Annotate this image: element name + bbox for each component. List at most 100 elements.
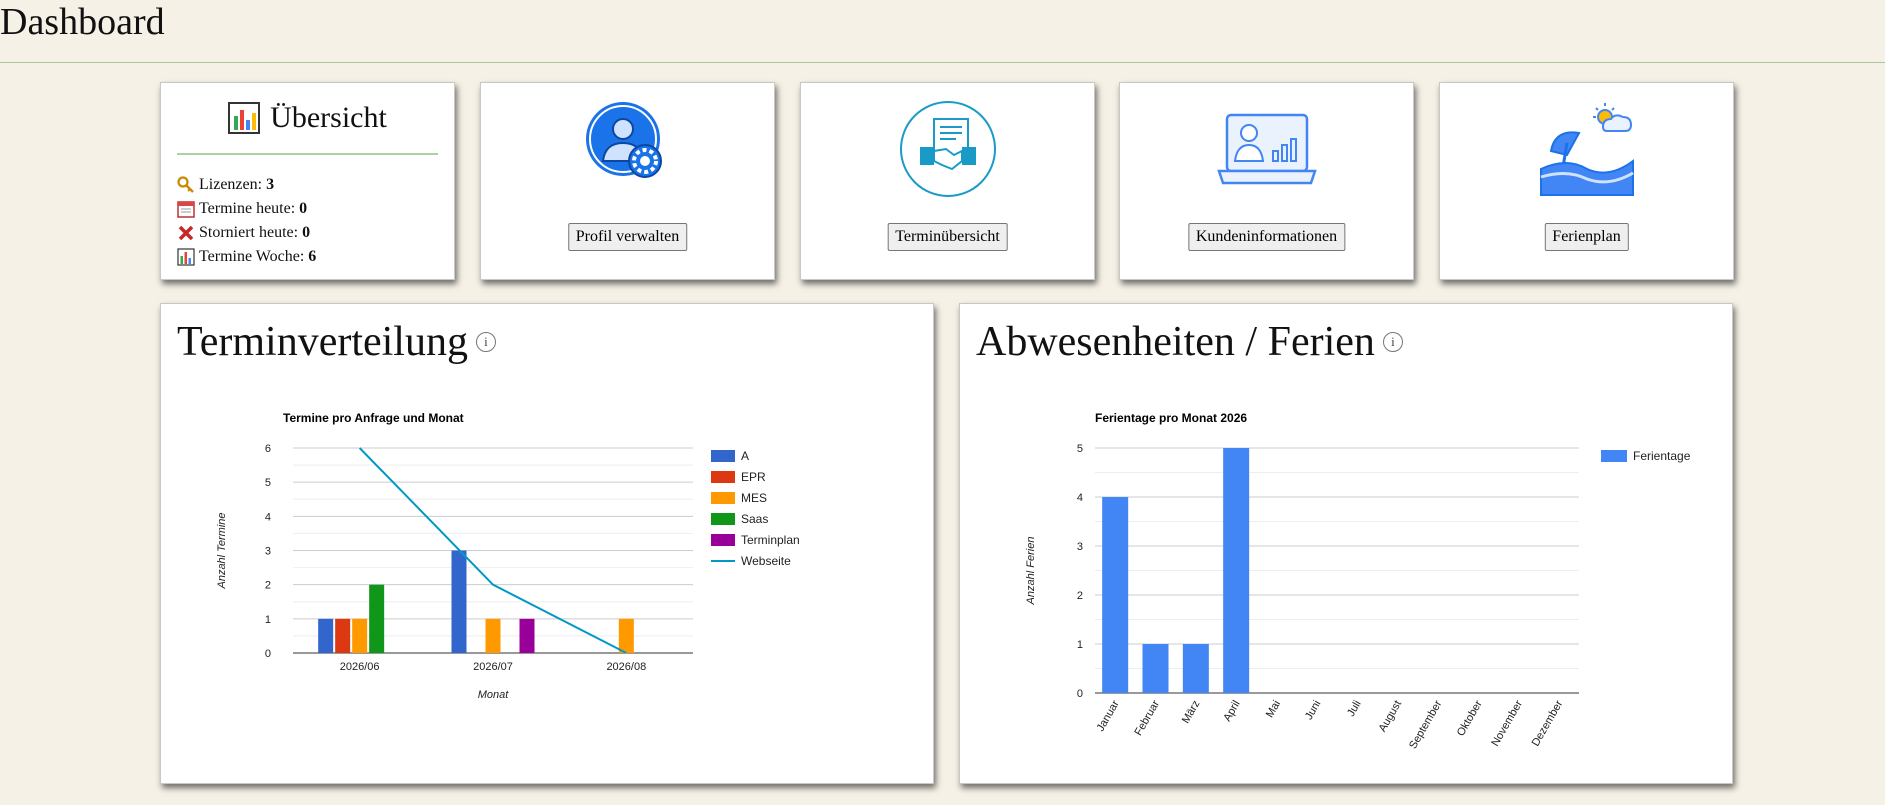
stat-value: 3 [266,176,275,193]
terminuebersicht-button[interactable]: Terminübersicht [887,223,1008,251]
bar-chart-icon [177,248,195,266]
legend-label: A [741,449,749,463]
x-tick-label: 2026/08 [606,661,646,673]
tile-ferienplan: Ferienplan [1439,82,1734,280]
y-tick-label: 0 [265,648,271,660]
panel-terminverteilung: Terminverteilung i Termine pro Anfrage u… [160,303,934,784]
bar-ferientage [1142,644,1169,693]
y-axis-label: Anzahl Ferien [1025,537,1037,606]
legend-swatch [711,534,735,546]
legend-label: Terminplan [741,533,800,547]
stat-label: Termine Woche: [199,248,305,265]
stat-lizenzen: Lizenzen: 3 [177,173,316,197]
legend-swatch [711,450,735,462]
overview-divider [177,153,438,155]
panel-title: Terminverteilung i [177,318,496,366]
x-axis-label: Monat [478,689,510,701]
stat-label: Storniert heute: [199,224,299,241]
overview-title: Übersicht [270,101,387,134]
user-settings-icon [585,102,662,178]
x-tick-label: 2026/07 [473,661,513,673]
x-tick-label: Mai [1264,699,1283,720]
stat-storniert-heute: Storniert heute: 0 [177,221,316,245]
key-icon [177,176,194,193]
bar-mes [618,618,634,653]
ferienplan-button[interactable]: Ferienplan [1544,223,1629,251]
y-tick-label: 4 [265,511,271,523]
x-tick-label: 2026/06 [340,661,380,673]
abwesenheiten-title: Abwesenheiten / Ferien [976,319,1375,365]
stat-label: Termine heute: [199,200,296,217]
calendar-icon [177,201,195,218]
legend-swatch [1601,450,1627,462]
bar-ferientage [1182,644,1209,693]
y-tick-label: 3 [265,546,271,558]
stat-value: 0 [299,200,308,217]
y-tick-label: 1 [1077,639,1083,651]
y-tick-label: 2 [1077,590,1083,602]
panel-title: Abwesenheiten / Ferien i [976,318,1403,366]
tile-profil: Profil verwalten [480,82,775,280]
bar-saas [369,584,385,653]
chart-title: Ferientage pro Monat 2026 [1095,411,1247,425]
legend-label: MES [741,491,767,505]
stat-value: 6 [308,248,317,265]
panel-abwesenheiten: Abwesenheiten / Ferien i Ferientage pro … [959,303,1733,784]
x-tick-label: September [1407,698,1444,751]
bar-a [318,618,334,653]
legend-swatch [711,471,735,483]
y-tick-label: 3 [1077,541,1083,553]
y-tick-label: 1 [265,614,271,626]
y-tick-label: 5 [265,477,271,489]
handshake-icon [899,101,996,197]
profil-verwalten-button[interactable]: Profil verwalten [567,223,688,251]
y-tick-label: 4 [1077,492,1083,504]
info-icon[interactable]: i [475,332,496,352]
stat-termine-woche: Termine Woche: 6 [177,245,316,269]
beach-vacation-icon [1539,103,1634,196]
terminverteilung-title: Terminverteilung [177,319,468,365]
legend-label: Webseite [741,554,791,568]
tile-kundeninformationen: Kundeninformationen [1119,82,1414,280]
kundeninformationen-button[interactable]: Kundeninformationen [1187,223,1346,251]
x-tick-label: August [1377,699,1405,735]
overview-header: Übersicht [161,101,454,135]
bar-chart-icon [228,102,261,134]
customer-info-icon [1216,113,1317,185]
stat-value: 0 [302,224,311,241]
y-tick-label: 6 [265,443,271,455]
title-divider [0,62,1885,63]
ferien-chart: Ferientage pro Monat 2026 0 1 2 3 4 5 Januar Feb… [1025,411,1691,751]
page-title: Dashboard [0,1,165,43]
legend-swatch [711,513,735,525]
legend-label: Saas [741,512,768,526]
bar-ferientage [1223,448,1250,693]
bar-epr [335,618,351,653]
chart-title: Termine pro Anfrage und Monat [283,411,464,425]
x-tick-label: November [1489,698,1525,748]
x-tick-label: Juli [1345,699,1364,719]
bar-ferientage [1102,497,1129,693]
x-tick-label: März [1180,699,1203,726]
y-axis-label: Anzahl Termine [216,512,228,589]
legend-swatch [711,492,735,504]
y-tick-label: 5 [1077,443,1083,455]
bar-terminplan [519,618,535,653]
overview-stats: Lizenzen: 3 Termine heute: 0 Storniert h… [177,173,316,269]
info-icon[interactable]: i [1382,332,1403,352]
x-tick-label: Dezember [1530,698,1566,748]
bar-a [451,550,467,653]
y-tick-label: 2 [265,580,271,592]
termine-chart: Termine pro Anfrage und Monat 0 1 2 3 4 5 6 2026… [216,411,800,701]
tile-terminuebersicht: Terminübersicht [800,82,1095,280]
cancel-x-icon [178,225,194,241]
stat-label: Lizenzen: [199,176,263,193]
x-tick-label: Januar [1095,698,1122,733]
x-tick-label: April [1221,699,1242,724]
x-tick-label: Oktober [1455,698,1485,738]
stat-termine-heute: Termine heute: 0 [177,197,316,221]
legend-label: Ferientage [1633,449,1691,463]
bar-mes [485,618,501,653]
overview-card: Übersicht Lizenzen: 3 Termine heute: 0 S… [160,82,455,280]
x-tick-label: Juni [1303,699,1323,722]
